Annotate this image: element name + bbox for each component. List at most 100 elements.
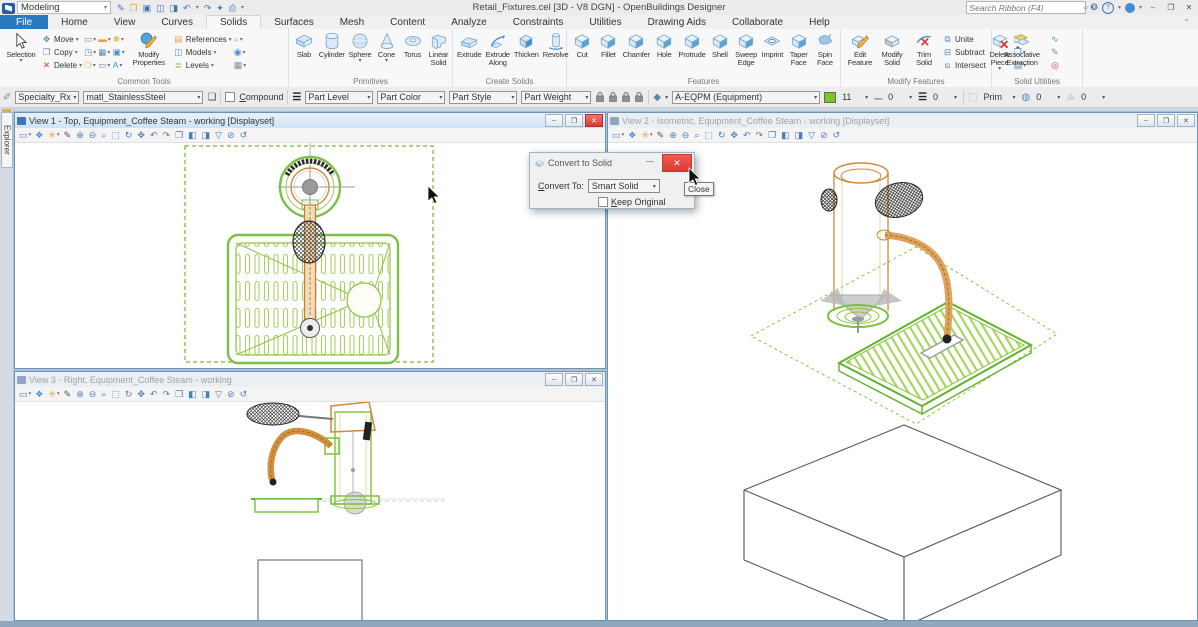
brush-icon[interactable]: ✎ <box>657 130 666 141</box>
view-previous-icon[interactable]: ↶ <box>150 130 159 141</box>
panel-icon[interactable]: ▣ ▾ <box>113 46 125 58</box>
specialty-combo[interactable]: Specialty_Rx▾ <box>15 91 79 104</box>
save-icon[interactable]: ▣ <box>143 3 152 13</box>
window-area-icon[interactable]: ⌕ <box>694 130 700 141</box>
ribbon-tool-button[interactable]: Linear Solid <box>427 31 451 67</box>
saved-views-icon[interactable]: ↺ <box>833 130 842 141</box>
minimize-button[interactable]: – <box>1146 2 1160 13</box>
close-button[interactable]: ✕ <box>1182 2 1196 13</box>
view3-title-bar[interactable]: View 3 - Right, Equipment_Coffee Steam -… <box>15 372 605 387</box>
ribbon-tool-button[interactable]: Extrude Along <box>484 31 510 67</box>
dialog-close-button[interactable]: ✕ <box>662 154 692 172</box>
view-setup-icon[interactable]: ✳ ▾ <box>641 130 652 141</box>
single-view-icon[interactable]: ◧ <box>188 130 198 141</box>
view-display-icon[interactable]: ▭ ▾ <box>19 130 31 141</box>
item-browser-icon[interactable]: ◨ <box>170 3 179 13</box>
view2-title-bar[interactable]: View 2 - Isometric, Equipment_Coffee Ste… <box>608 113 1197 128</box>
redo-icon[interactable]: ↷ <box>204 3 212 13</box>
ribbon-tool-button[interactable]: Sweep Edge <box>734 31 758 67</box>
window-area-icon[interactable]: ⌕ <box>101 130 107 141</box>
small-tool-button[interactable]: ✕ Delete ▾ <box>41 59 82 71</box>
view-next-icon[interactable]: ↷ <box>163 389 172 400</box>
display-style-icon[interactable]: ❖ <box>35 130 44 141</box>
ribbon-tool-button[interactable]: Chamfer <box>623 31 651 59</box>
ribbon-tool-button[interactable]: Imprint <box>760 31 784 59</box>
ribbon-tab[interactable]: Solids <box>206 15 261 29</box>
chevron-down-icon[interactable]: ▾ <box>1118 4 1121 11</box>
boolean-tool-button[interactable]: ⧅ Intersect <box>942 59 986 71</box>
compound-checkbox[interactable] <box>225 92 235 102</box>
display-style-icon[interactable]: ❖ <box>628 130 637 141</box>
avatar[interactable] <box>1125 3 1135 13</box>
view-previous-icon[interactable]: ↶ <box>743 130 752 141</box>
clip-mask-icon[interactable]: ⊘ <box>227 389 236 400</box>
ribbon-tab[interactable]: Mesh <box>327 15 377 29</box>
zoom-out-icon[interactable]: ⊖ <box>89 389 98 400</box>
line-style-icon[interactable]: ☰ <box>292 92 301 103</box>
pan-view-icon[interactable]: ✥ <box>137 130 146 141</box>
part-color-combo[interactable]: Part Color▾ <box>377 91 445 104</box>
view-restore-button[interactable]: ❐ <box>1157 114 1175 127</box>
ribbon-tab[interactable]: Drawing Aids <box>635 15 719 29</box>
view2-canvas[interactable] <box>608 143 1197 620</box>
view-minimize-button[interactable]: – <box>545 373 563 386</box>
fence-icon[interactable]: ◳ ▾ <box>84 46 96 58</box>
flashlight-icon[interactable]: ❍ ▾ <box>84 59 96 71</box>
view-display-icon[interactable]: ▭ ▾ <box>612 130 624 141</box>
text-a-icon[interactable]: A ▾ <box>113 59 125 71</box>
fit-view-icon[interactable]: ⬚ <box>111 389 121 400</box>
split-view-icon[interactable]: ◨ <box>202 130 212 141</box>
ribbon-tab[interactable]: Surfaces <box>261 15 326 29</box>
small-tool-button[interactable]: ◫ Models ▾ <box>173 46 232 58</box>
rotate-view-icon[interactable]: ↻ <box>125 130 134 141</box>
display-rules-icon[interactable]: ▦ ▾ <box>234 59 247 71</box>
split-view-icon[interactable]: ◨ <box>795 130 805 141</box>
dialog-minimize-button[interactable]: — <box>646 157 654 166</box>
lock-icon[interactable] <box>608 91 618 103</box>
ribbon-tab[interactable]: Curves <box>148 15 206 29</box>
active-level-combo[interactable]: A-EQPM (Equipment)▾ <box>672 91 820 104</box>
clip-volume-icon[interactable]: ▽ <box>215 130 223 141</box>
ribbon-tool-button[interactable]: Trim Solid <box>908 31 940 67</box>
ribbon-tab[interactable]: Utilities <box>576 15 634 29</box>
clip-volume-icon[interactable]: ▽ <box>215 389 223 400</box>
workflow-selector[interactable]: Modeling ▾ <box>17 1 111 14</box>
small-tool-button[interactable]: ❐ Copy ▾ <box>41 46 82 58</box>
display-style-icon[interactable]: ❖ <box>35 389 44 400</box>
saved-views-icon[interactable]: ↺ <box>240 130 249 141</box>
chevron-down-icon[interactable]: ▾ <box>1139 4 1142 11</box>
boolean-tool-button[interactable]: ⧉ Unite <box>942 33 986 45</box>
ribbon-tab[interactable]: Analyze <box>438 15 500 29</box>
search-input[interactable] <box>967 3 1083 12</box>
clip-mask-icon[interactable]: ⊘ <box>227 130 236 141</box>
rectangle-icon[interactable]: ▭ ▾ <box>98 59 111 71</box>
fit-view-icon[interactable]: ⬚ <box>111 130 121 141</box>
part-weight-combo[interactable]: Part Weight▾ <box>521 91 591 104</box>
lock-icon[interactable] <box>595 91 605 103</box>
active-color-combo[interactable]: 11▾ <box>840 91 870 104</box>
clip-volume-icon[interactable]: ▽ <box>808 130 816 141</box>
rotate-view-icon[interactable]: ↻ <box>718 130 727 141</box>
active-style-combo[interactable]: 0▾ <box>886 91 914 104</box>
lock-icon[interactable] <box>621 91 631 103</box>
qat-overflow-icon[interactable]: ▾ <box>241 3 244 13</box>
ribbon-tool-button[interactable]: Modify Solid <box>876 31 908 67</box>
small-tool-button[interactable]: ▤ References ▾ <box>173 33 232 45</box>
attributes-pencil-icon[interactable]: ✐ <box>3 92 11 103</box>
explorer-panel-tab[interactable]: Explorer <box>1 112 13 168</box>
active-weight-combo[interactable]: 0▾ <box>931 91 959 104</box>
zoom-in-icon[interactable]: ⊕ <box>76 389 85 400</box>
view-restore-button[interactable]: ❐ <box>565 373 583 386</box>
view-next-icon[interactable]: ↷ <box>163 130 172 141</box>
zoom-out-icon[interactable]: ⊖ <box>682 130 691 141</box>
rotate-view-icon[interactable]: ↻ <box>125 389 134 400</box>
clip-mask-icon[interactable]: ⊘ <box>820 130 829 141</box>
window-area-icon[interactable]: ⌕ <box>101 389 107 400</box>
ribbon-tab[interactable]: Collaborate <box>719 15 796 29</box>
ribbon-tool-button[interactable]: Protrude <box>678 31 706 59</box>
grid-icon[interactable]: ▦ ▾ <box>98 46 111 58</box>
single-view-icon[interactable]: ◧ <box>781 130 791 141</box>
prim-class-combo[interactable]: Prim▾ <box>982 91 1018 104</box>
zoom-in-icon[interactable]: ⊕ <box>76 130 85 141</box>
copy-view-icon[interactable]: ❐ <box>175 389 184 400</box>
